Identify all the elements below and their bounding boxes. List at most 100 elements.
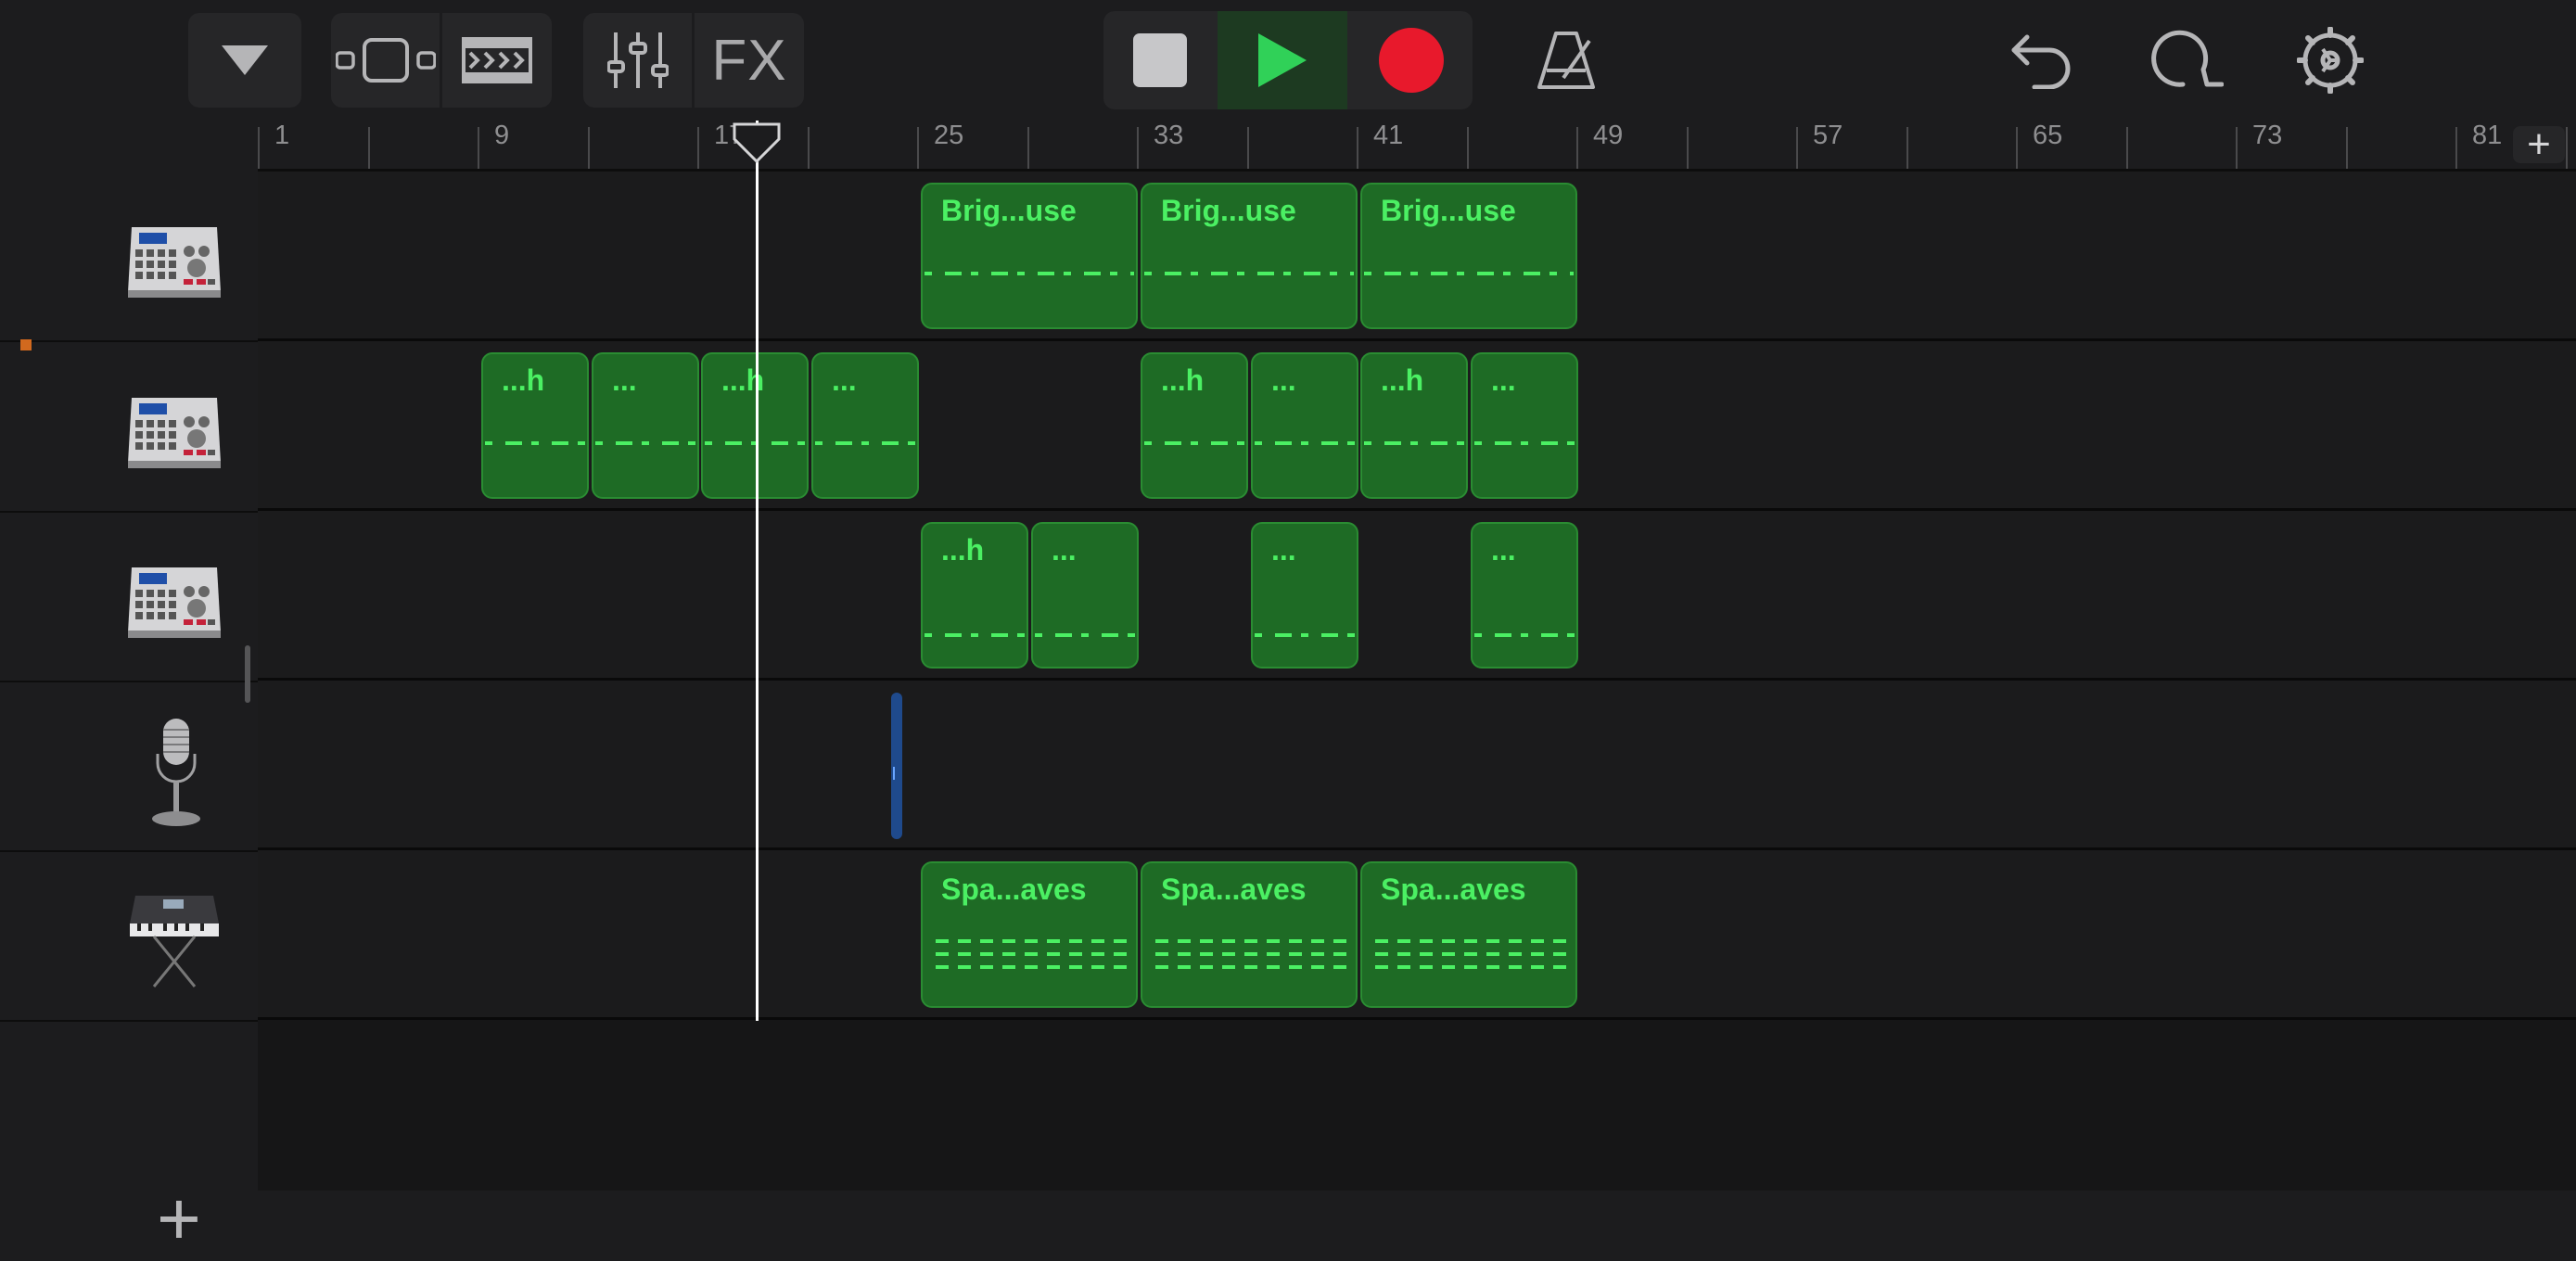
midi-notes	[705, 441, 805, 445]
region[interactable]: ...	[1031, 522, 1139, 669]
midi-notes	[1364, 272, 1574, 275]
midi-notes	[1155, 939, 1352, 943]
tracks-view-button[interactable]	[331, 13, 440, 108]
track-header-4[interactable]	[0, 681, 258, 852]
midi-notes	[936, 952, 1132, 956]
region-label: ...	[832, 363, 857, 397]
region-label: Brig...use	[1381, 194, 1516, 227]
ruler-subtick	[2345, 127, 2348, 169]
midi-notes	[936, 939, 1132, 943]
bar-number: 57	[1813, 121, 1843, 150]
ruler-tick	[2455, 127, 2457, 169]
playhead[interactable]	[756, 121, 759, 1021]
metronome-button[interactable]	[1511, 13, 1621, 108]
toolbar: FX	[0, 0, 2576, 121]
settings-button[interactable]	[2283, 13, 2378, 108]
recording-region[interactable]	[891, 693, 902, 839]
midi-notes	[1155, 952, 1352, 956]
region[interactable]: Brig...use	[1141, 183, 1358, 329]
region[interactable]: ...	[1471, 522, 1578, 669]
live-loops-button[interactable]	[442, 13, 552, 108]
midi-notes	[1375, 965, 1572, 969]
region-label: ...h	[502, 363, 545, 397]
bar-number: 25	[934, 121, 964, 150]
live-loops-view-icon	[461, 36, 533, 84]
view-toggle-group	[331, 13, 552, 108]
region[interactable]: ...	[811, 352, 919, 499]
region[interactable]: Spa...aves	[1360, 861, 1577, 1008]
add-track-button[interactable]: +	[148, 1177, 210, 1261]
stop-button[interactable]	[1103, 11, 1217, 109]
bar-number: 65	[2033, 121, 2063, 150]
track-header-2[interactable]	[0, 342, 258, 513]
midi-notes	[925, 633, 1025, 637]
ruler-subtick	[1246, 127, 1249, 169]
region[interactable]: ...h	[921, 522, 1028, 669]
ruler-subtick	[2125, 127, 2128, 169]
bar-number: 33	[1154, 121, 1184, 150]
fx-button[interactable]: FX	[695, 13, 804, 108]
region-label: ...	[1491, 363, 1516, 397]
region-label: Brig...use	[1161, 194, 1296, 227]
midi-notes	[1375, 952, 1572, 956]
midi-notes	[1375, 939, 1572, 943]
region[interactable]: Brig...use	[1360, 183, 1577, 329]
undo-button[interactable]	[1994, 13, 2088, 108]
ruler-subtick	[367, 127, 370, 169]
ruler-subtick	[807, 127, 810, 169]
bar-number: 9	[494, 121, 510, 150]
region[interactable]: Spa...aves	[921, 861, 1138, 1008]
region[interactable]: ...h	[1141, 352, 1248, 499]
region[interactable]: ...	[1471, 352, 1578, 499]
track-headers: +	[0, 121, 258, 1257]
region[interactable]: ...h	[481, 352, 589, 499]
loop-browser-button[interactable]	[2138, 13, 2233, 108]
tracks-area[interactable]: Brig...use Brig...use Brig...use ...h......…	[258, 172, 2576, 1191]
add-section-button[interactable]: +	[2513, 121, 2565, 167]
region-label: Spa...aves	[941, 873, 1087, 906]
metronome-icon	[1536, 30, 1597, 91]
track-header-5[interactable]	[0, 851, 258, 1022]
region-label: Brig...use	[941, 194, 1077, 227]
region[interactable]: ...	[1251, 522, 1358, 669]
ruler-tick	[917, 127, 919, 169]
region[interactable]: ...h	[701, 352, 809, 499]
ruler-subtick	[1027, 127, 1029, 169]
region[interactable]: Brig...use	[921, 183, 1138, 329]
bar-number: 49	[1593, 121, 1624, 150]
region[interactable]: Spa...aves	[1141, 861, 1358, 1008]
ruler-tick	[1357, 127, 1358, 169]
midi-notes	[936, 965, 1132, 969]
track-lane-4[interactable]	[258, 681, 2576, 850]
region-label: ...h	[1381, 363, 1424, 397]
track-header-1[interactable]	[0, 172, 258, 342]
bar-number: 73	[2252, 121, 2283, 150]
midi-notes	[485, 441, 585, 445]
timeline-ruler[interactable]: 1 9 17 25 33 41 49 57 65 73 81 +	[258, 121, 2576, 172]
region[interactable]: ...h	[1360, 352, 1468, 499]
ruler-subtick	[587, 127, 590, 169]
record-button[interactable]	[1349, 11, 1473, 109]
ruler-tick	[2016, 127, 2018, 169]
track-header-3[interactable]	[0, 512, 258, 682]
region-label: ...h	[1161, 363, 1205, 397]
track-lane-3[interactable]	[258, 511, 2576, 681]
midi-notes	[1144, 272, 1354, 275]
region[interactable]: ...	[592, 352, 699, 499]
playhead-handle[interactable]	[733, 122, 781, 164]
fx-label: FX	[711, 28, 787, 93]
add-track-label: +	[157, 1177, 201, 1261]
region-label: Spa...aves	[1161, 873, 1307, 906]
add-section-label: +	[2527, 121, 2551, 167]
region-label: ...	[1271, 363, 1296, 397]
dropdown-triangle-icon	[220, 44, 270, 77]
region[interactable]: ...	[1251, 352, 1358, 499]
tracks-view-icon	[335, 36, 436, 84]
midi-notes	[595, 441, 695, 445]
play-button[interactable]	[1218, 11, 1347, 109]
midi-notes	[1255, 441, 1355, 445]
region-label: ...	[1052, 533, 1077, 567]
track-menu-button[interactable]	[188, 13, 301, 108]
ruler-tick	[1796, 127, 1798, 169]
mixer-button[interactable]	[583, 13, 692, 108]
